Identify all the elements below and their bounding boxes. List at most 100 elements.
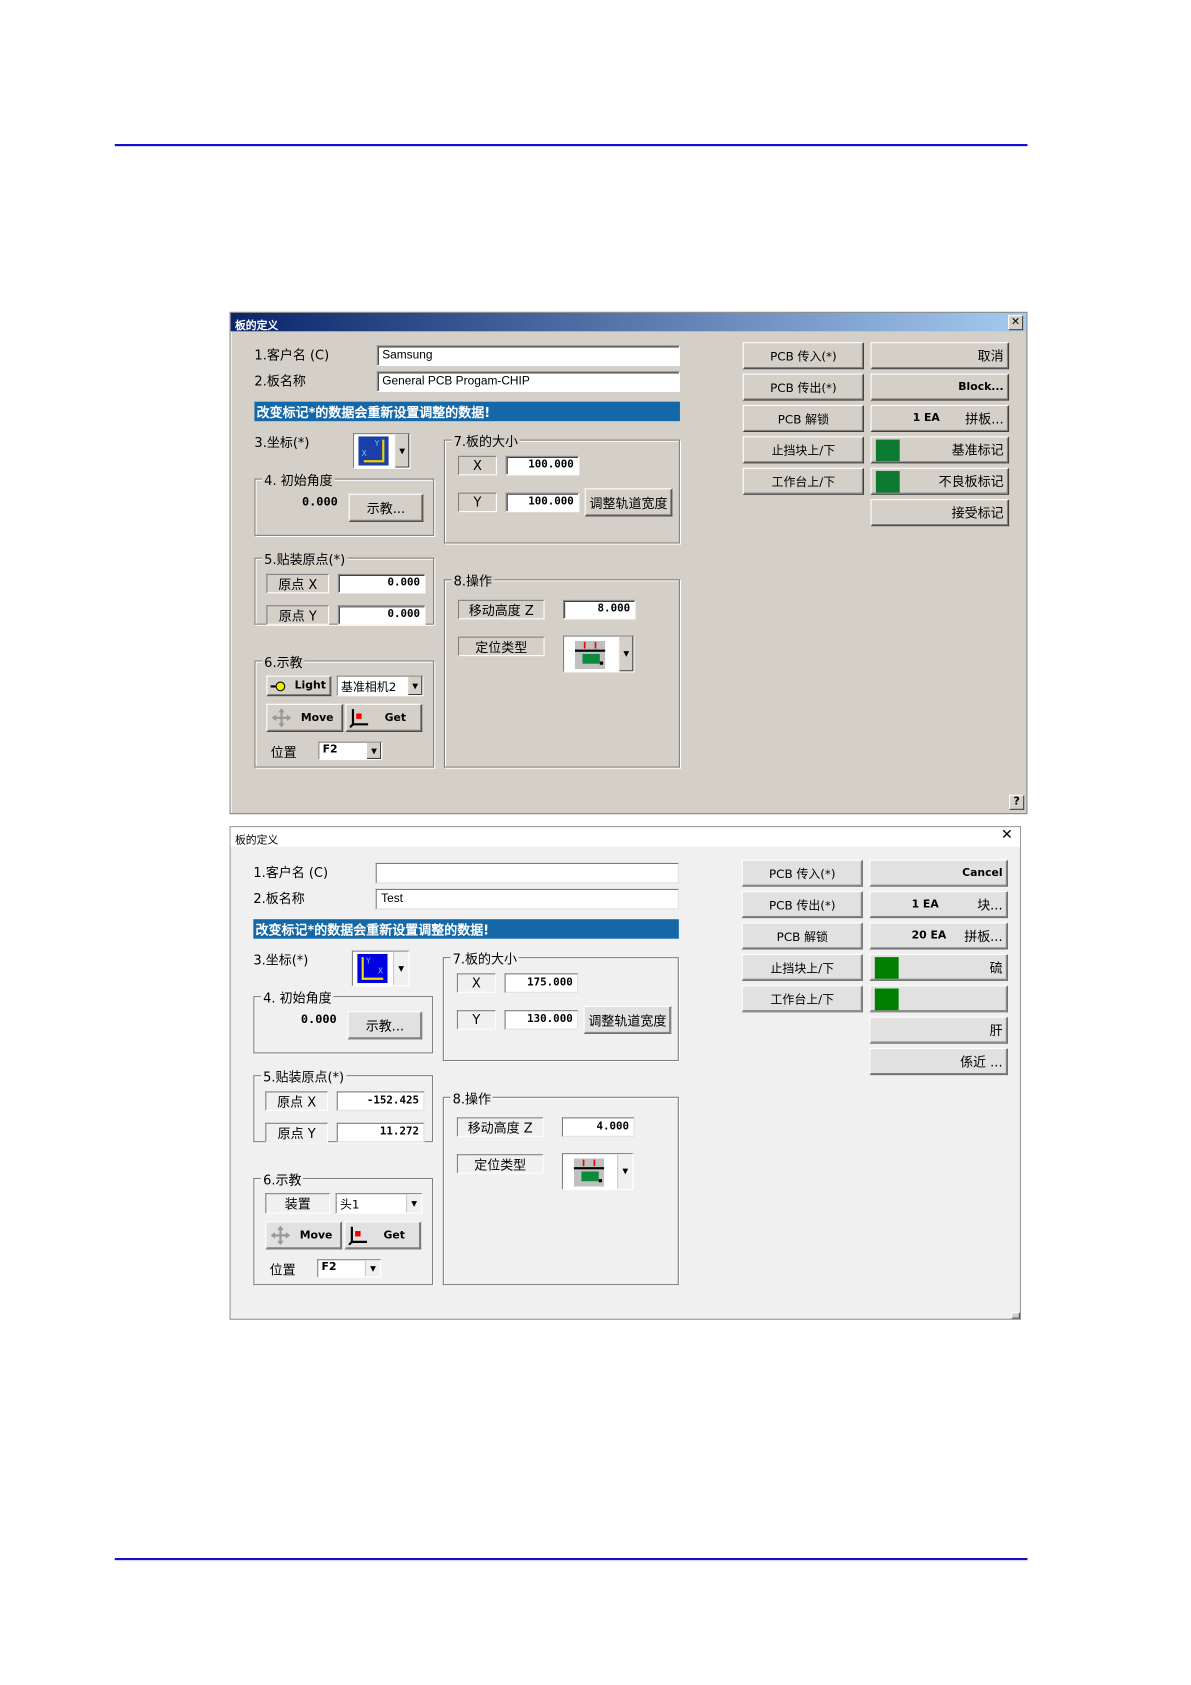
option-button[interactable]: 肝 (869, 1016, 1008, 1044)
customer-name-input[interactable]: Samsung (376, 345, 680, 366)
coordinate-label: 3.坐标(*) (253, 952, 309, 968)
teach-angle-button[interactable]: 示教... (348, 493, 424, 522)
move-button[interactable]: Move (266, 703, 344, 732)
option-button[interactable]: 20 EA 拼板... (869, 922, 1008, 950)
option-button[interactable]: 接受标记 (870, 499, 1010, 527)
option-button-label: Block... (958, 381, 1004, 394)
action-button[interactable]: PCB 传入(*) (742, 342, 864, 370)
move-height-input[interactable]: 8.000 (563, 599, 636, 620)
group-title: 4. 初始角度 (260, 988, 334, 1007)
adjust-rail-width-button[interactable]: 调整轨道宽度 (584, 488, 673, 517)
chevron-down-icon[interactable]: ▼ (364, 1260, 381, 1277)
camera-select[interactable]: 基准相机2 ▼ (336, 675, 424, 697)
coordinate-select[interactable]: Y X ▼ (352, 433, 411, 469)
option-button[interactable]: 1 EA 块... (869, 891, 1008, 919)
get-button[interactable]: Get (344, 1221, 422, 1250)
camera-select-value: 基准相机2 (341, 679, 397, 695)
device-select[interactable]: 头1 ▼ (335, 1193, 423, 1214)
option-button[interactable]: Cancel (869, 859, 1008, 887)
chevron-down-icon[interactable]: ▼ (618, 636, 634, 672)
coordinate-system-icon: YX (358, 436, 389, 466)
chevron-down-icon[interactable]: ▼ (393, 951, 409, 986)
help-button[interactable]: ? (1009, 794, 1025, 810)
origin-x-input[interactable]: 0.000 (337, 573, 426, 594)
size-x-label: X (457, 455, 497, 476)
move-button[interactable]: Move (265, 1221, 343, 1250)
device-select-value: 头1 (339, 1197, 360, 1212)
svg-text:Y: Y (374, 439, 380, 448)
mark-indicator-icon (874, 957, 899, 979)
option-button[interactable]: 1 EA 拼板... (870, 404, 1010, 432)
initial-angle-value: 0.000 (300, 1012, 337, 1027)
dialog-content: 1.客户名 (C) Samsung 2.板名称 General PCB Progam-… (231, 313, 1027, 813)
size-x-input[interactable]: 100.000 (505, 455, 580, 476)
position-select-value: F2 (321, 1261, 337, 1274)
action-button[interactable]: 工作台上/下 (742, 467, 864, 495)
action-button[interactable]: PCB 传入(*) (741, 859, 863, 887)
option-button-count: 20 EA (911, 930, 947, 942)
move-height-input[interactable]: 4.000 (561, 1117, 635, 1137)
light-button[interactable]: Light (266, 675, 332, 697)
position-select[interactable]: F2 ▼ (318, 741, 383, 761)
option-button[interactable] (869, 985, 1008, 1013)
svg-text:X: X (378, 966, 383, 975)
option-button-label: 取消 (977, 348, 1004, 364)
option-button-label: 硫 (989, 960, 1003, 976)
origin-y-input[interactable]: 11.272 (336, 1122, 425, 1143)
get-position-icon (349, 709, 369, 728)
origin-y-input[interactable]: 0.000 (337, 605, 426, 625)
customer-name-input[interactable] (375, 862, 679, 884)
group-title: 7.板的大小 (451, 431, 521, 451)
locating-type-select[interactable]: ▼ (563, 635, 635, 673)
chevron-down-icon[interactable]: ▼ (406, 1194, 422, 1213)
board-name-input[interactable]: Test (375, 888, 679, 910)
board-name-input[interactable]: General PCB Progam-CHIP (376, 371, 680, 392)
option-button-label: 基准标记 (951, 442, 1004, 458)
origin-x-label: 原点 X (266, 573, 330, 594)
action-button[interactable]: 止挡块上/下 (742, 436, 864, 464)
locating-type-select[interactable]: ▼ (561, 1153, 634, 1190)
option-button[interactable]: Block... (870, 373, 1010, 401)
position-select[interactable]: F2 ▼ (317, 1259, 382, 1278)
warning-banner: 改变标记*的数据会重新设置调整的数据! (254, 401, 680, 422)
warning-banner: 改变标记*的数据会重新设置调整的数据! (253, 919, 679, 939)
size-y-input[interactable]: 130.000 (504, 1010, 579, 1030)
option-button[interactable]: 係近 ... (869, 1048, 1008, 1076)
get-label: Get (383, 1229, 405, 1242)
move-height-label: 移动高度 Z (456, 1117, 544, 1137)
origin-y-label: 原点 Y (266, 605, 330, 625)
group-mount-origin: 5.贴装原点(*) 原点 X -152.425 原点 Y 11.272 (253, 1067, 434, 1143)
teach-angle-button[interactable]: 示教... (347, 1011, 423, 1040)
help-button[interactable] (1011, 1312, 1020, 1319)
group-title: 6.示教 (262, 652, 305, 672)
action-button[interactable]: 止挡块上/下 (741, 953, 863, 981)
origin-y-label: 原点 Y (265, 1122, 329, 1143)
get-button[interactable]: Get (345, 703, 423, 732)
chevron-down-icon[interactable]: ▼ (617, 1154, 633, 1189)
adjust-rail-width-button[interactable]: 调整轨道宽度 (583, 1005, 672, 1034)
dialog-board-definition: 板的定义 ✕ 1.客户名 (C) 2.板名称 Test 改变标记*的数据会重新设置调整的数… (229, 826, 1021, 1320)
group-teach: 6.示教 Light 基准相机2 ▼ Move Get 位置 F2 ▼ (254, 652, 435, 768)
locating-type-label: 定位类型 (456, 1154, 544, 1174)
coordinate-select[interactable]: Y X ▼ (351, 950, 410, 987)
size-y-input[interactable]: 100.000 (505, 492, 580, 513)
option-button[interactable]: 不良板标记 (870, 467, 1010, 495)
chevron-down-icon[interactable]: ▼ (407, 676, 423, 696)
action-button[interactable]: PCB 传出(*) (742, 373, 864, 401)
option-button-label: 不良板标记 (938, 474, 1004, 490)
option-button[interactable]: 基准标记 (870, 436, 1010, 464)
option-button[interactable]: 取消 (870, 342, 1010, 370)
locating-type-icon (574, 640, 606, 670)
size-x-input[interactable]: 175.000 (504, 973, 579, 993)
chevron-down-icon[interactable]: ▼ (394, 434, 410, 468)
origin-x-input[interactable]: -152.425 (336, 1091, 425, 1111)
footer-rule (114, 1558, 1028, 1561)
get-position-icon (348, 1226, 368, 1246)
group-title: 8.操作 (451, 571, 495, 591)
action-button[interactable]: PCB 传出(*) (741, 891, 863, 919)
action-button[interactable]: PCB 解锁 (742, 404, 864, 432)
action-button[interactable]: PCB 解锁 (741, 922, 863, 950)
option-button[interactable]: 硫 (869, 953, 1008, 981)
chevron-down-icon[interactable]: ▼ (365, 742, 382, 759)
action-button[interactable]: 工作台上/下 (741, 985, 863, 1013)
